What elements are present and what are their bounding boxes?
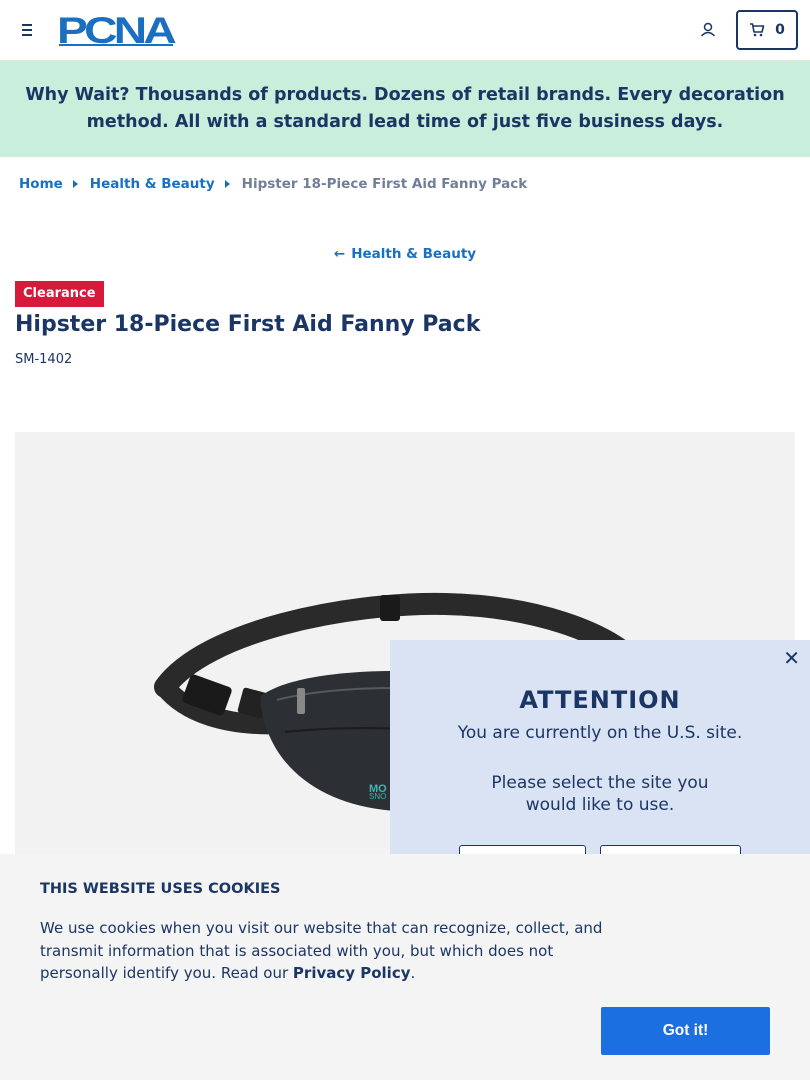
breadcrumb-current: Hipster 18-Piece First Aid Fanny Pack (241, 176, 528, 192)
got-it-button[interactable]: Got it! (601, 1007, 770, 1055)
close-icon[interactable]: ✕ (783, 648, 800, 668)
shopping-cart-icon (750, 23, 765, 37)
cookie-period: . (410, 964, 416, 982)
back-arrow-icon: ← (333, 246, 346, 262)
back-link-label: Health & Beauty (351, 246, 477, 262)
svg-text:PCNA: PCNA (57, 13, 176, 47)
attention-select-line2: would like to use. (525, 795, 675, 815)
pcna-logo[interactable]: PCNA (57, 13, 177, 47)
cookie-title: THIS WEBSITE USES COOKIES (40, 881, 281, 897)
breadcrumb-caret-icon (72, 180, 78, 188)
privacy-policy-link[interactable]: Privacy Policy (293, 964, 411, 982)
breadcrumb-caret-icon (224, 180, 230, 188)
breadcrumb-home[interactable]: Home (19, 176, 63, 192)
user-account-icon[interactable] (697, 19, 719, 41)
site-header: PCNA 0 (0, 0, 810, 61)
clearance-badge: Clearance (15, 281, 104, 307)
svg-text:SNO: SNO (369, 792, 386, 801)
attention-select-line1: Please select the site you (491, 773, 709, 793)
back-to-category-link[interactable]: ← Health & Beauty (0, 246, 810, 262)
cart-count: 0 (775, 22, 785, 38)
hamburger-menu-icon[interactable] (18, 20, 38, 40)
cookie-text: We use cookies when you visit our websit… (40, 917, 630, 985)
attention-select-text: Please select the site you would like to… (450, 772, 750, 816)
cart-button[interactable]: 0 (736, 10, 798, 50)
product-sku: SM-1402 (15, 352, 73, 367)
breadcrumb: Home Health & Beauty Hipster 18-Piece Fi… (19, 174, 527, 194)
breadcrumb-category[interactable]: Health & Beauty (90, 176, 215, 192)
promo-banner-text: Why Wait? Thousands of products. Dozens … (25, 85, 785, 132)
attention-message: You are currently on the U.S. site. (457, 723, 743, 743)
product-title: Hipster 18-Piece First Aid Fanny Pack (15, 312, 481, 337)
cookie-banner: THIS WEBSITE USES COOKIES We use cookies… (0, 854, 810, 1080)
promo-banner: Why Wait? Thousands of products. Dozens … (0, 61, 810, 157)
attention-title: ATTENTION (519, 686, 681, 714)
